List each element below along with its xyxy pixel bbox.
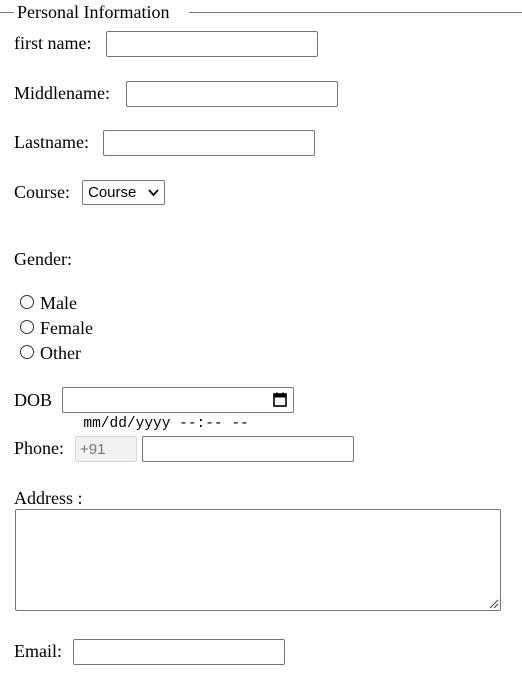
email-label: Email: <box>14 641 62 661</box>
address-label: Address : <box>14 488 83 508</box>
calendar-icon[interactable] <box>273 392 287 407</box>
dob-label: DOB <box>14 390 53 410</box>
phone-number-input[interactable] <box>142 436 354 462</box>
chevron-down-icon <box>148 189 159 197</box>
last-name-label: Lastname: <box>14 132 89 152</box>
gender-radio-female[interactable] <box>20 319 34 334</box>
email-input[interactable] <box>73 639 285 665</box>
last-name-input[interactable] <box>103 130 315 156</box>
gender-option-male[interactable]: Male <box>20 292 77 314</box>
gender-label-other: Other <box>40 343 81 363</box>
gender-option-other[interactable]: Other <box>20 342 81 364</box>
course-label: Course: <box>14 182 70 202</box>
fieldset-border-left <box>0 12 14 13</box>
gender-radio-male[interactable] <box>20 294 34 309</box>
phone-country-code-input <box>75 436 137 462</box>
dob-input[interactable]: mm/dd/yyyy --:-- -- <box>62 387 294 432</box>
gender-label-male: Male <box>40 293 77 313</box>
gender-label: Gender: <box>14 249 72 269</box>
resize-grip-icon[interactable] <box>488 598 499 609</box>
gender-label-female: Female <box>40 318 93 338</box>
course-selected-value: Course <box>88 184 137 201</box>
first-name-input[interactable] <box>106 31 318 57</box>
fieldset-border-right <box>189 12 522 13</box>
address-textarea[interactable] <box>15 509 501 611</box>
fieldset-legend: Personal Information <box>17 2 170 22</box>
middle-name-input[interactable] <box>126 81 338 107</box>
phone-label: Phone: <box>14 438 65 458</box>
gender-radio-other[interactable] <box>20 344 34 359</box>
first-name-label: first name: <box>14 33 92 53</box>
dob-placeholder: mm/dd/yyyy --:-- -- <box>83 416 249 432</box>
middle-name-label: Middlename: <box>14 83 110 103</box>
gender-option-female[interactable]: Female <box>20 317 93 339</box>
course-select[interactable]: Course <box>82 180 165 205</box>
